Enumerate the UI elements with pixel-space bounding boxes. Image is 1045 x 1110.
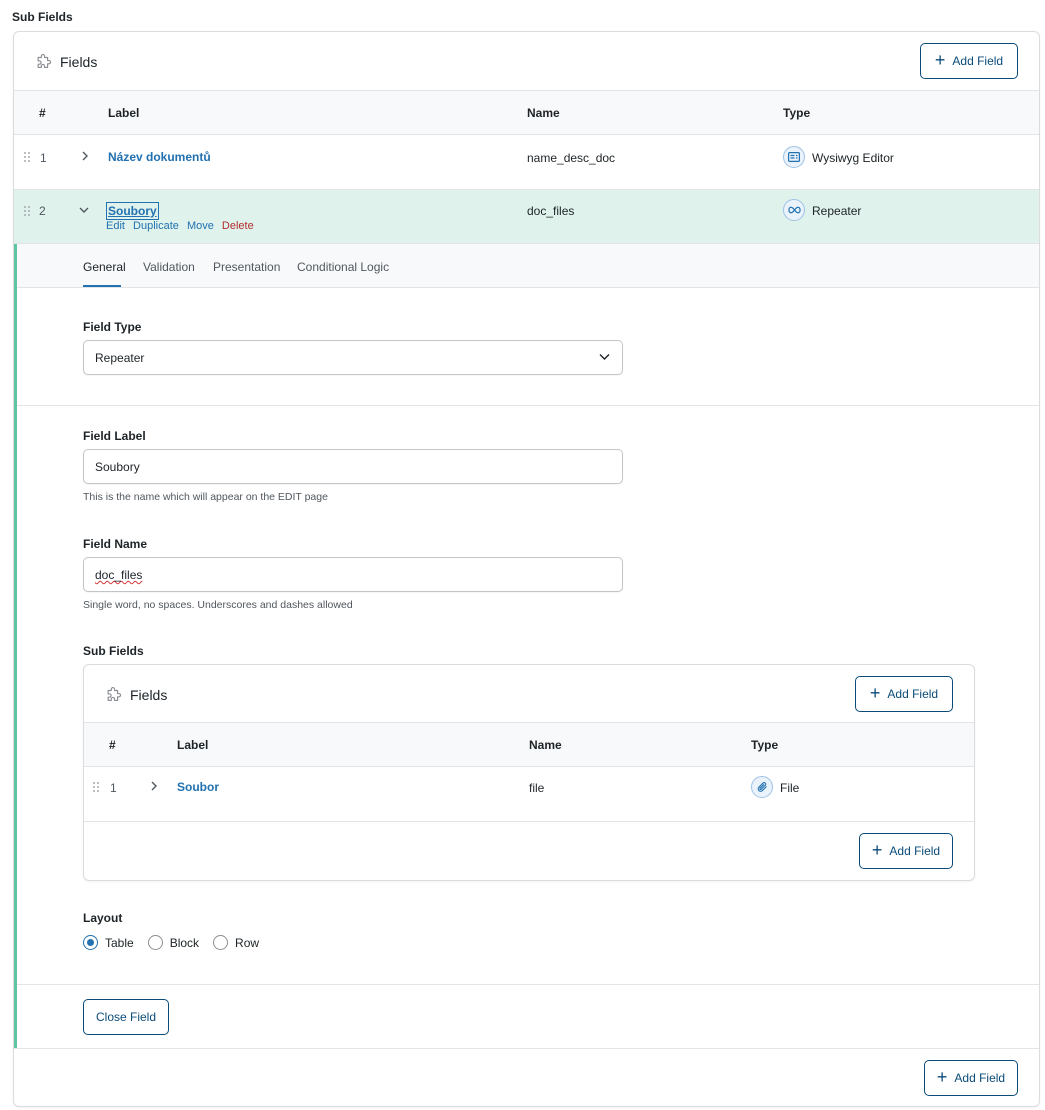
- move-link[interactable]: Move: [187, 220, 214, 232]
- field-name: name_desc_doc: [527, 151, 616, 165]
- layout-option-table[interactable]: Table: [83, 935, 134, 950]
- drag-handle-icon[interactable]: [24, 206, 31, 217]
- sub-field-label-link[interactable]: Soubor: [177, 780, 219, 794]
- sub-field-name: file: [529, 781, 545, 795]
- fields-panel-header: Fields + Add Field: [14, 32, 1039, 91]
- fields-panel-title: Fields: [60, 54, 98, 70]
- field-settings: General Validation Presentation Conditio…: [14, 244, 1039, 1048]
- puzzle-icon: [107, 687, 122, 701]
- settings-tabs: General Validation Presentation Conditio…: [17, 244, 1039, 288]
- fields-panel: Fields + Add Field # Label Name Type 1 N…: [13, 31, 1040, 1107]
- column-type: Type: [751, 738, 779, 752]
- plus-icon: +: [936, 1067, 948, 1087]
- row-number: 1: [110, 781, 117, 795]
- add-field-button[interactable]: + Add Field: [920, 43, 1018, 79]
- tab-general[interactable]: General: [83, 260, 126, 274]
- tab-conditional-logic[interactable]: Conditional Logic: [297, 260, 389, 274]
- tab-presentation[interactable]: Presentation: [213, 260, 280, 274]
- add-sub-field-footer-button[interactable]: + Add Field: [859, 833, 953, 869]
- field-name-heading: Field Name: [83, 537, 148, 551]
- layout-heading: Layout: [83, 911, 123, 925]
- field-name-input[interactable]: doc_files: [83, 557, 623, 592]
- puzzle-icon: [37, 54, 52, 68]
- field-name: doc_files: [527, 204, 575, 218]
- field-type-select[interactable]: Repeater: [83, 340, 623, 375]
- drag-handle-icon[interactable]: [93, 782, 100, 793]
- column-label: Label: [108, 106, 140, 120]
- field-label-link[interactable]: Název dokumentů: [108, 150, 211, 164]
- sub-fields-panel-header: Fields + Add Field: [84, 665, 974, 723]
- tab-validation[interactable]: Validation: [143, 260, 195, 274]
- delete-link[interactable]: Delete: [222, 220, 254, 232]
- active-tab-indicator: [83, 285, 121, 287]
- plus-icon: +: [934, 50, 946, 70]
- chevron-down-icon: [599, 354, 610, 360]
- sub-fields-heading: Sub Fields: [83, 644, 144, 658]
- fields-table-header: # Label Name Type: [14, 91, 1039, 135]
- divider: [17, 984, 1039, 985]
- radio-unchecked[interactable]: [147, 935, 163, 950]
- page-section-label: Sub Fields: [12, 10, 73, 24]
- divider: [14, 1048, 1039, 1049]
- table-row-open[interactable]: 2 Soubory Edit Duplicate Move Delete doc…: [14, 190, 1039, 244]
- sub-fields-title: Fields: [130, 687, 168, 703]
- close-field-button[interactable]: Close Field: [83, 999, 169, 1035]
- field-label-link[interactable]: Soubory: [106, 202, 159, 220]
- edit-link[interactable]: Edit: [106, 220, 125, 232]
- radio-unchecked[interactable]: [213, 935, 229, 950]
- table-row[interactable]: 1 Název dokumentů name_desc_doc Wysiwyg …: [14, 135, 1039, 190]
- add-sub-field-button[interactable]: + Add Field: [855, 676, 953, 712]
- infinity-icon: [783, 199, 805, 221]
- paperclip-icon: [751, 776, 773, 798]
- column-num: #: [39, 106, 46, 120]
- add-field-footer-button[interactable]: + Add Field: [924, 1060, 1018, 1096]
- column-type: Type: [783, 106, 811, 120]
- field-label-input[interactable]: Soubory: [83, 449, 623, 484]
- field-type-label: Field Type: [83, 320, 142, 334]
- drag-handle-icon[interactable]: [24, 152, 31, 163]
- column-num: #: [109, 738, 116, 752]
- row-actions: Edit Duplicate Move Delete: [106, 220, 259, 232]
- sub-fields-table-header: # Label Name Type: [84, 723, 974, 767]
- field-type: Repeater: [812, 204, 862, 218]
- wysiwyg-icon: [783, 146, 805, 168]
- chevron-right-icon[interactable]: [80, 151, 90, 161]
- column-name: Name: [527, 106, 560, 120]
- field-type: Wysiwyg Editor: [812, 151, 894, 165]
- chevron-right-icon[interactable]: [149, 781, 159, 791]
- chevron-down-icon[interactable]: [79, 205, 89, 215]
- layout-radio-group: Table Block Row: [83, 935, 259, 950]
- layout-option-row[interactable]: Row: [213, 935, 259, 950]
- row-number: 1: [40, 151, 47, 165]
- divider: [17, 405, 1039, 406]
- plus-icon: +: [869, 683, 881, 703]
- layout-option-block[interactable]: Block: [147, 935, 199, 950]
- field-label-help: This is the name which will appear on th…: [83, 491, 328, 503]
- plus-icon: +: [871, 840, 883, 860]
- field-label-heading: Field Label: [83, 429, 146, 443]
- sub-fields-panel: Fields + Add Field # Label Name Type 1 S…: [83, 664, 975, 881]
- sub-field-type: File: [780, 781, 800, 795]
- column-label: Label: [177, 738, 209, 752]
- duplicate-link[interactable]: Duplicate: [133, 220, 179, 232]
- radio-checked[interactable]: [83, 935, 98, 950]
- row-number: 2: [39, 204, 46, 218]
- column-name: Name: [529, 738, 562, 752]
- table-row[interactable]: 1 Soubor file File: [84, 767, 974, 822]
- field-name-help: Single word, no spaces. Underscores and …: [83, 599, 353, 611]
